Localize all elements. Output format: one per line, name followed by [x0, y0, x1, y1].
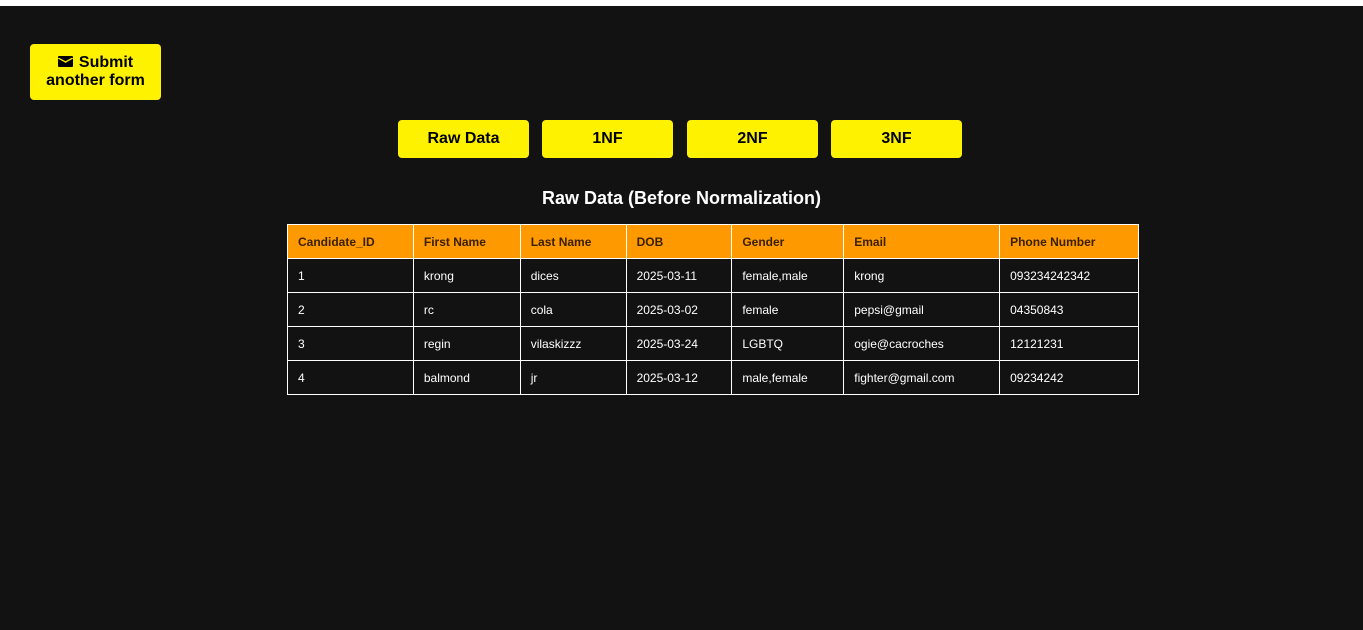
table-cell: jr: [519, 360, 627, 395]
table-cell: 2025-03-11: [625, 258, 733, 293]
table-cell: 4: [287, 360, 414, 395]
table-cell: 093234242342: [999, 258, 1139, 293]
normalization-tabs: Raw Data 1NF 2NF 3NF: [398, 120, 962, 158]
table-cell: male,female: [731, 360, 845, 395]
table-cell: 2: [287, 292, 414, 327]
table-row: 3 regin vilaskizzz 2025-03-24 LGBTQ ogie…: [287, 326, 1139, 361]
table-cell: LGBTQ: [731, 326, 845, 361]
column-header: First Name: [412, 224, 521, 259]
table-cell: krong: [412, 258, 521, 293]
section-title: Raw Data (Before Normalization): [541, 188, 822, 208]
table-cell: 09234242: [999, 360, 1139, 395]
table-cell: rc: [412, 292, 521, 327]
table-cell: 2025-03-24: [625, 326, 733, 361]
column-header: Candidate_ID: [287, 224, 414, 259]
table-cell: cola: [519, 292, 627, 327]
tab-1nf[interactable]: 1NF: [542, 120, 673, 158]
column-header: Email: [843, 224, 1001, 259]
table-cell: regin: [412, 326, 521, 361]
submit-label-line1: Submit: [78, 54, 134, 71]
table-cell: balmond: [412, 360, 521, 395]
table-cell: 2025-03-12: [625, 360, 733, 395]
table-cell: pepsi@gmail: [843, 292, 1001, 327]
table-cell: fighter@gmail.com: [843, 360, 1001, 395]
table-cell: 2025-03-02: [625, 292, 733, 327]
submit-label-line2: another form: [46, 72, 145, 89]
table-cell: krong: [843, 258, 1001, 293]
submit-another-form-button[interactable]: Submit another form: [30, 44, 161, 100]
column-header: Gender: [731, 224, 845, 259]
table-row: 2 rc cola 2025-03-02 female pepsi@gmail …: [287, 292, 1139, 327]
table-header-row: Candidate_ID First Name Last Name DOB Ge…: [287, 224, 1139, 259]
table-cell: 1: [287, 258, 414, 293]
tab-3nf[interactable]: 3NF: [831, 120, 962, 158]
column-header: Last Name: [519, 224, 627, 259]
column-header: DOB: [625, 224, 733, 259]
table-cell: dices: [519, 258, 627, 293]
column-header: Phone Number: [999, 224, 1139, 259]
table-cell: ogie@cacroches: [843, 326, 1001, 361]
table-cell: 12121231: [999, 326, 1139, 361]
table-cell: female: [731, 292, 845, 327]
envelope-icon: [57, 56, 73, 67]
tab-raw-data[interactable]: Raw Data: [398, 120, 529, 158]
tab-2nf[interactable]: 2NF: [687, 120, 818, 158]
table-cell: female,male: [731, 258, 845, 293]
raw-data-table: Candidate_ID First Name Last Name DOB Ge…: [287, 224, 1139, 395]
table-cell: 04350843: [999, 292, 1139, 327]
table-cell: 3: [287, 326, 414, 361]
page-body: Submit another form Raw Data 1NF 2NF 3NF…: [0, 6, 1363, 630]
table-row: 4 balmond jr 2025-03-12 male,female figh…: [287, 360, 1139, 395]
table-row: 1 krong dices 2025-03-11 female,male kro…: [287, 258, 1139, 293]
table-cell: vilaskizzz: [519, 326, 627, 361]
